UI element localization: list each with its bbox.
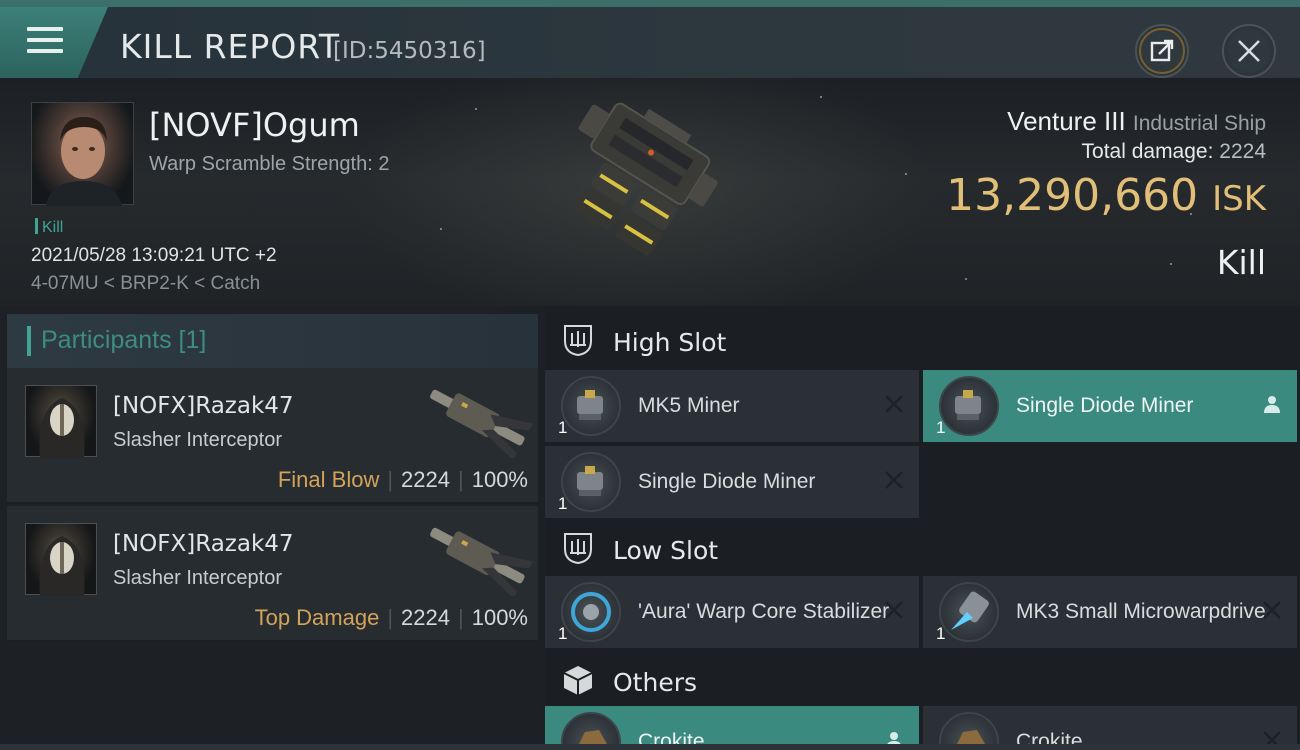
participant-role: Final Blow [277,467,380,492]
module-item[interactable]: 1 MK3 Small Microwarpdrive [923,576,1297,648]
destroyed-x-icon [885,601,903,619]
participant-stats: Top Damage | 2224 | 100% [254,605,528,630]
participant-ship-image[interactable] [417,378,535,458]
close-button[interactable] [1222,24,1276,78]
ship-class: Industrial Ship [1132,112,1266,135]
fitting-panel: High Slot 1 MK5 Miner 1 Single Diode Min… [545,306,1300,750]
module-quantity: 1 [936,418,946,437]
victim-name[interactable]: [NOVF]Ogum [149,106,360,144]
victim-ship-image[interactable] [535,92,765,297]
report-result: Kill [1216,243,1266,282]
helmet-portrait-icon [39,536,85,596]
participant-name[interactable]: [NOFX]Razak47 [113,393,294,419]
participant-avatar[interactable] [25,385,97,458]
participant-avatar[interactable] [25,523,97,596]
helmet-portrait-icon [39,398,85,458]
victim-banner: [NOVF]Ogum Warp Scramble Strength: 2 Kil… [0,78,1300,306]
share-button[interactable] [1135,24,1189,78]
kill-datetime: 2021/05/28 13:09:21 UTC +2 [31,245,277,266]
participant-role: Top Damage [254,605,380,630]
participant-stats: Final Blow | 2224 | 100% [277,467,528,492]
isk-unit: ISK [1212,179,1266,219]
warp-scramble-strength: Warp Scramble Strength: 2 [149,153,390,175]
page-title: KILL REPORT [120,27,340,66]
participant-damage: 2224 [401,467,450,492]
microwarpdrive-icon [939,582,999,642]
isk-value: 13,290,660 [946,170,1199,221]
miner-module-icon [561,452,621,512]
others-label: Others [613,668,698,697]
destroyed-x-icon [1263,601,1281,619]
module-item[interactable]: 1 MK5 Miner [545,370,919,442]
module-item[interactable]: 1 'Aura' Warp Core Stabilizer [545,576,919,648]
module-name: Single Diode Miner [638,470,816,493]
low-slot-header: Low Slot [545,518,1300,578]
participants-header: Participants [1] [7,314,538,370]
miner-module-icon [561,376,621,436]
module-item[interactable]: 1 Single Diode Miner [545,446,919,518]
participant-ship: Slasher Interceptor [113,429,282,451]
high-slot-label: High Slot [613,328,727,357]
dropped-person-icon [1264,396,1280,413]
close-icon [1238,40,1260,62]
warp-core-stabilizer-icon [561,582,621,642]
participants-label: Participants [1] [41,326,207,354]
module-quantity: 1 [558,418,568,437]
module-name: MK3 Small Microwarpdrive [1016,600,1266,623]
menu-button[interactable] [0,7,108,78]
high-slot-icon [564,325,592,357]
module-item[interactable]: 1 Single Diode Miner [923,370,1297,442]
participant-row[interactable]: [NOFX]Razak47 Slasher Interceptor Final … [7,368,538,504]
bottom-border [0,744,1300,750]
total-damage: Total damage: 2224 [1082,140,1266,164]
participants-panel: Participants [1] [NOFX]Razak47 Slasher I… [0,306,545,750]
kill-location: 4-07MU < BRP2-K < Catch [31,273,261,294]
low-slot-icon [564,533,592,565]
module-name: MK5 Miner [638,394,740,417]
pilot-portrait-icon [46,117,122,206]
ship-type: Venture III [1007,106,1126,136]
report-id: [ID:5450316] [333,38,486,64]
participant-ship-image[interactable] [417,516,535,596]
hamburger-icon [27,27,63,55]
low-slot-label: Low Slot [613,536,719,565]
participant-percent: 100% [471,605,528,630]
victim-ship-name: Venture III Industrial Ship [1007,106,1266,137]
module-name: 'Aura' Warp Core Stabilizer [638,600,890,623]
miner-module-icon [939,376,999,436]
share-icon [1139,28,1185,74]
module-quantity: 1 [936,624,946,643]
others-header: Others [545,650,1300,710]
module-name: Single Diode Miner [1016,394,1194,417]
total-damage-value: 2224 [1219,140,1266,163]
isk-loss: 13,290,660 ISK [946,170,1266,221]
total-damage-label: Total damage: [1081,140,1214,163]
participant-row[interactable]: [NOFX]Razak47 Slasher Interceptor Top Da… [7,506,538,642]
destroyed-x-icon [885,395,903,413]
high-slot-header: High Slot [545,310,1300,370]
module-quantity: 1 [558,624,568,643]
cargo-box-icon [563,666,593,695]
module-quantity: 1 [558,494,568,513]
victim-portrait[interactable] [31,102,134,206]
participant-damage: 2224 [401,605,450,630]
title-bar: KILL REPORT [ID:5450316] [0,0,1300,78]
participant-percent: 100% [471,467,528,492]
participant-ship: Slasher Interceptor [113,567,282,589]
kill-tag: Kill [35,218,63,237]
participant-name[interactable]: [NOFX]Razak47 [113,531,294,557]
destroyed-x-icon [885,471,903,489]
